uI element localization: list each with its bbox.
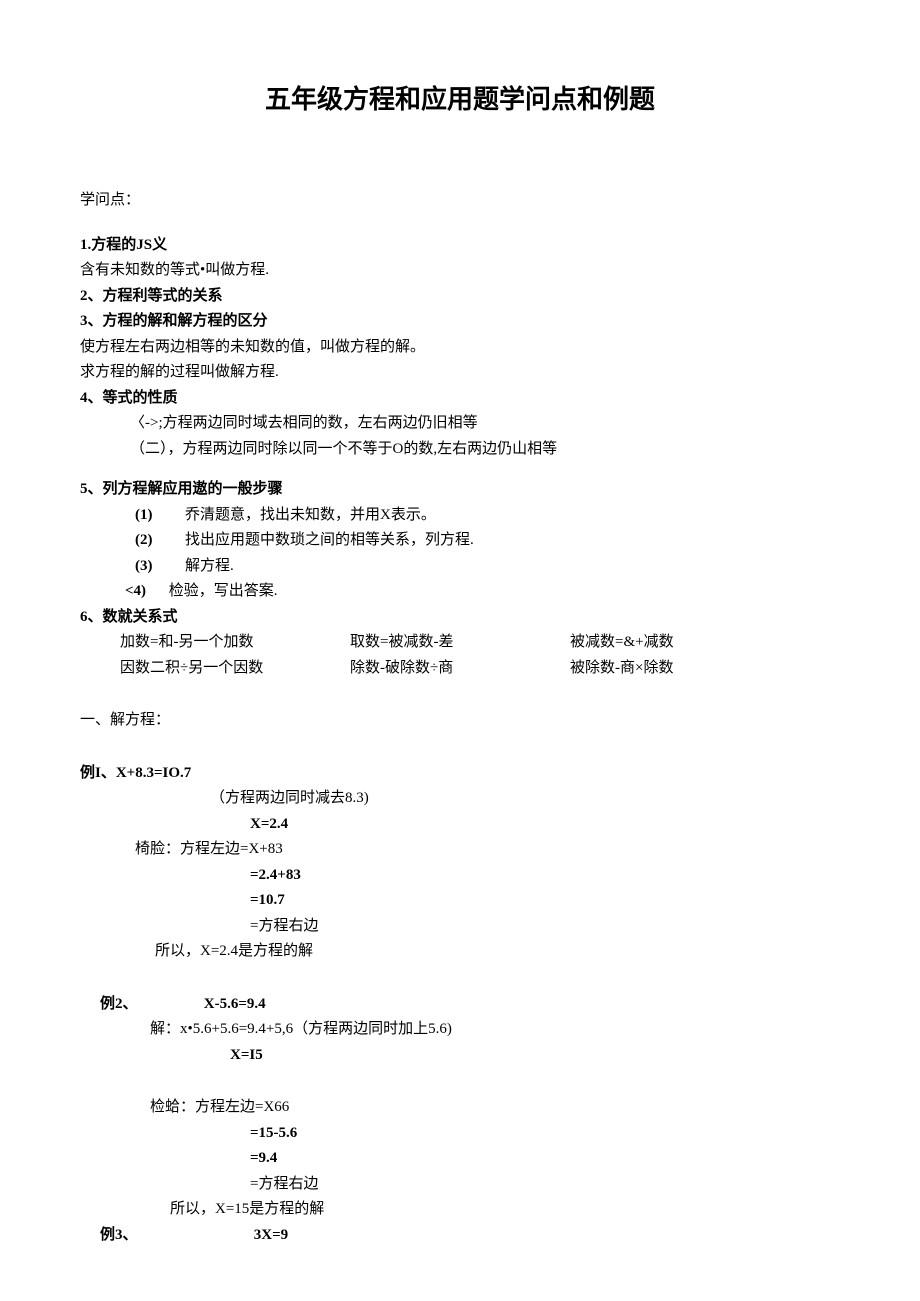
example-2-line-1: 解：x•5.6+5.6=9.4+5,6（方程两边同时加上5.6) [150,1018,840,1041]
example-2-check-head: 检蛤：方程左边=X66 [150,1096,840,1119]
point-3-head: 3、方程的解和解方程的区分 [80,310,840,333]
point-1-body: 含有未知数的等式•叫做方程. [80,259,840,282]
example-1-label: 例I、X+8.3=IO.7 [80,762,840,785]
example-1-line-1: （方程两边同时减去8.3) [210,787,840,810]
page: 五年级方程和应用题学问点和例题 学问点： 1.方程的JS义 含有未知数的等式•叫… [0,0,920,1301]
example-1-line-2: X=2.4 [250,813,840,836]
point-4-body-2: （二），方程两边同时除以同一个不等于O的数,左右两边仍山相等 [130,438,840,461]
point-2-head: 2、方程利等式的关系 [80,285,840,308]
example-2-label: 例2、 X-5.6=9.4 [100,993,840,1016]
point-3-body-2: 求方程的解的过程叫做解方程. [80,361,840,384]
example-2-line-4: =9.4 [250,1147,840,1170]
example-2-line-5: =方程右边 [250,1173,840,1196]
point-1-head: 1.方程的JS义 [80,234,840,257]
example-1-conclusion: 所以，X=2.4是方程的解 [155,940,840,963]
point-5-head: 5、列方程解应用遨的一般步骤 [80,478,840,501]
point-3-body-1: 使方程左右两边相等的未知数的值，叫做方程的解。 [80,336,840,359]
point-6-head: 6、数就关系式 [80,606,840,629]
relation-row-2: 因数二积÷另一个因数 除数-破除数÷商 被除数-商×除数 [120,657,840,680]
point-5-step-2: (2) 找出应用题中数琐之间的相等关系，列方程. [135,529,840,552]
doc-title: 五年级方程和应用题学问点和例题 [80,80,840,119]
point-4-head: 4、等式的性质 [80,387,840,410]
example-1-line-3: =2.4+83 [250,864,840,887]
example-1-check-head: 椅脸：方程左边=X+83 [135,838,840,861]
example-1-line-4: =10.7 [250,889,840,912]
example-3-label: 例3、 3X=9 [100,1224,840,1247]
relation-row-1: 加数=和-另一个加数 取数=被减数-差 被减数=&+减数 [120,631,840,654]
example-2-line-3: =15-5.6 [250,1122,840,1145]
point-5-step-4: <4) 检验，写出答案. [125,580,840,603]
knowledge-heading: 学问点： [80,189,840,212]
example-2-line-2: X=I5 [230,1044,840,1067]
example-1-line-5: =方程右边 [250,915,840,938]
example-2-conclusion: 所以，X=15是方程的解 [170,1198,840,1221]
section-1-heading: 一、解方程： [80,709,840,732]
point-5-step-1: (1) 乔清题意，找出未知数，并用X表示。 [135,504,840,527]
point-4-body-1: 〈->;方程两边同时域去相同的数，左右两边仍旧相等 [130,412,840,435]
point-5-step-3: (3) 解方程. [135,555,840,578]
